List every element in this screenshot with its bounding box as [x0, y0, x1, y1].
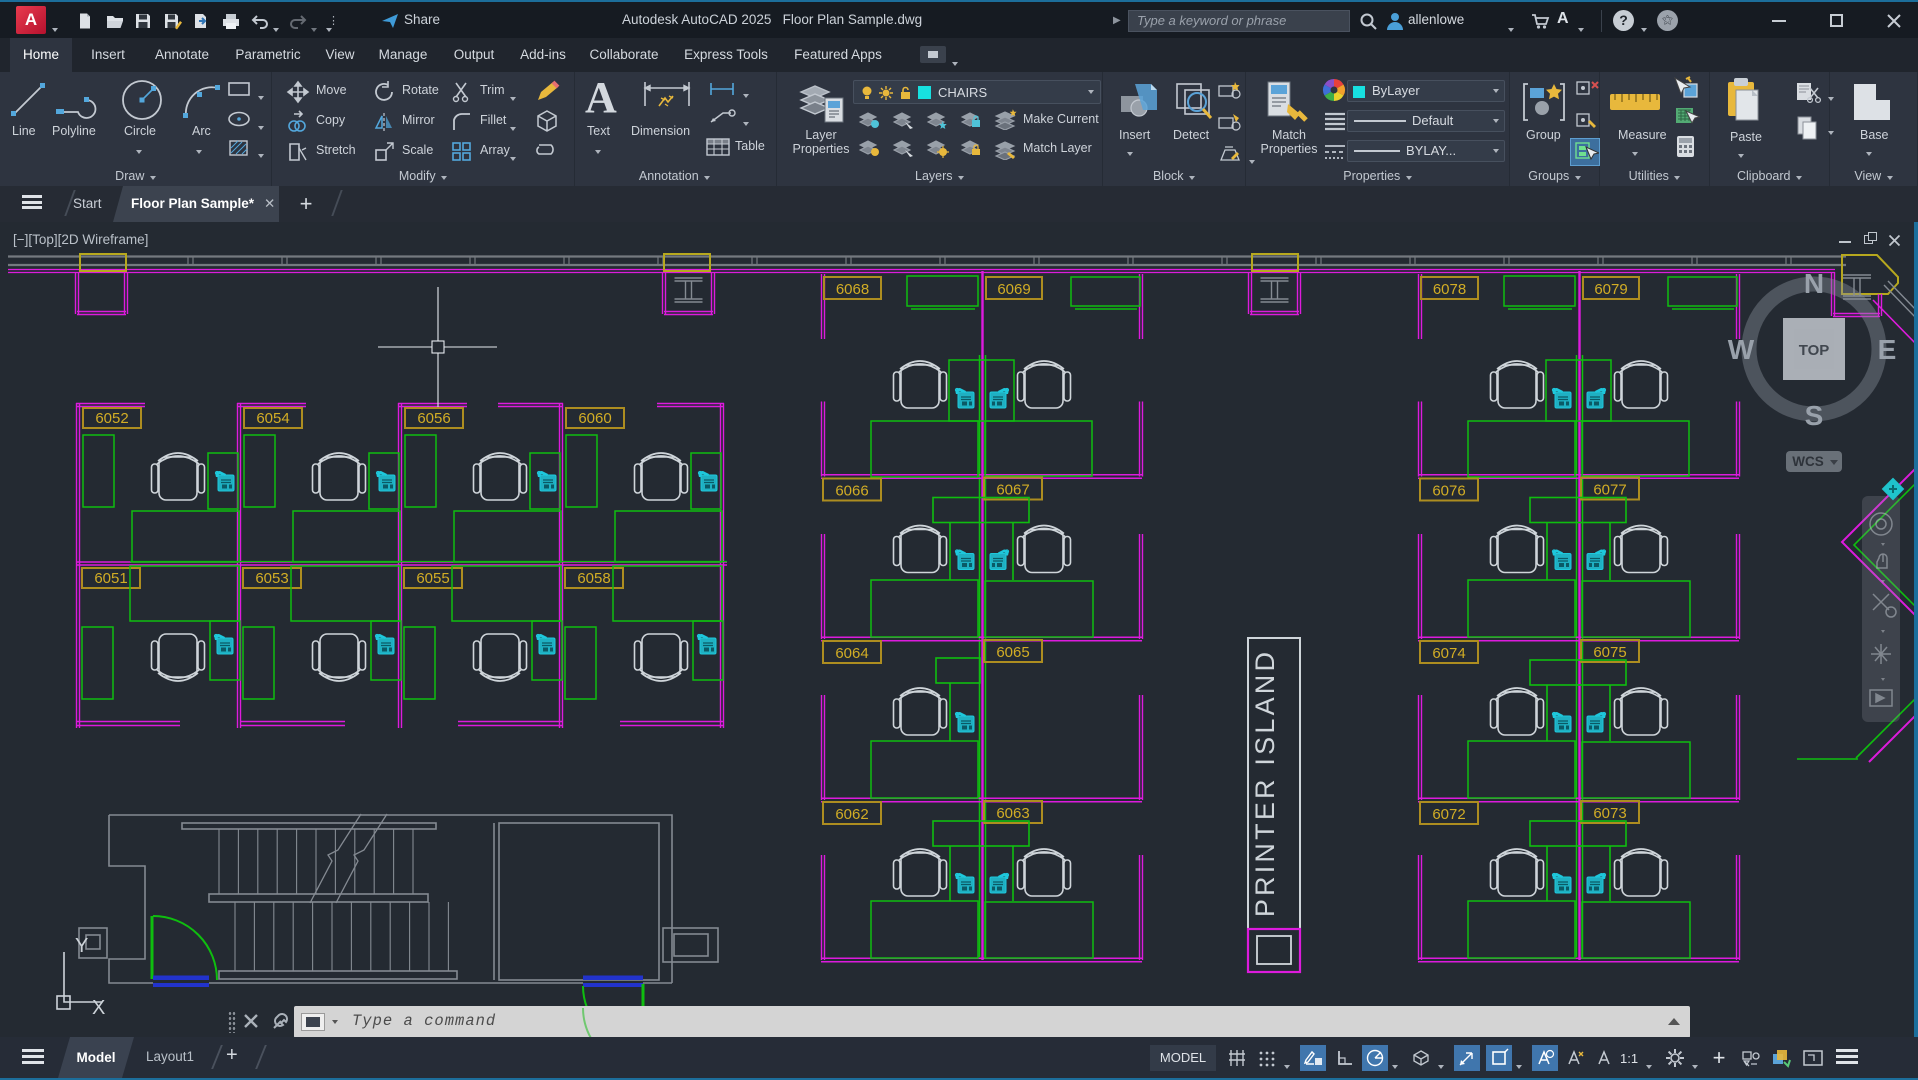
svg-text:6058: 6058: [577, 570, 610, 587]
svg-text:6055: 6055: [416, 570, 449, 587]
svg-text:6063: 6063: [996, 805, 1029, 822]
svg-text:6078: 6078: [1433, 281, 1466, 298]
svg-text:6064: 6064: [835, 645, 868, 662]
svg-text:X: X: [92, 997, 105, 1019]
svg-text:6053: 6053: [255, 570, 288, 587]
svg-text:6075: 6075: [1593, 644, 1626, 661]
svg-text:6051: 6051: [94, 570, 127, 587]
svg-text:Y: Y: [75, 935, 88, 957]
svg-text:6062: 6062: [835, 806, 868, 823]
svg-text:6054: 6054: [256, 410, 289, 427]
svg-text:TOP: TOP: [1799, 342, 1830, 359]
svg-text:6079: 6079: [1594, 281, 1627, 298]
svg-text:6076: 6076: [1432, 483, 1465, 500]
svg-text:6072: 6072: [1432, 806, 1465, 823]
svg-text:6074: 6074: [1432, 645, 1465, 662]
svg-text:S: S: [1805, 400, 1824, 431]
svg-text:6069: 6069: [997, 281, 1030, 298]
svg-text:6065: 6065: [996, 644, 1029, 661]
svg-text:WCS: WCS: [1792, 454, 1824, 469]
svg-text:PRINTER ISLAND: PRINTER ISLAND: [1250, 649, 1280, 917]
svg-text:W: W: [1728, 334, 1755, 365]
svg-text:6067: 6067: [996, 482, 1029, 499]
svg-text:6052: 6052: [95, 410, 128, 427]
svg-text:E: E: [1878, 334, 1897, 365]
svg-text:6068: 6068: [836, 281, 869, 298]
svg-text:N: N: [1804, 268, 1824, 299]
svg-text:6073: 6073: [1593, 805, 1626, 822]
svg-text:6060: 6060: [578, 410, 611, 427]
svg-text:6066: 6066: [835, 483, 868, 500]
svg-text:6077: 6077: [1593, 482, 1626, 499]
svg-text:6056: 6056: [417, 410, 450, 427]
